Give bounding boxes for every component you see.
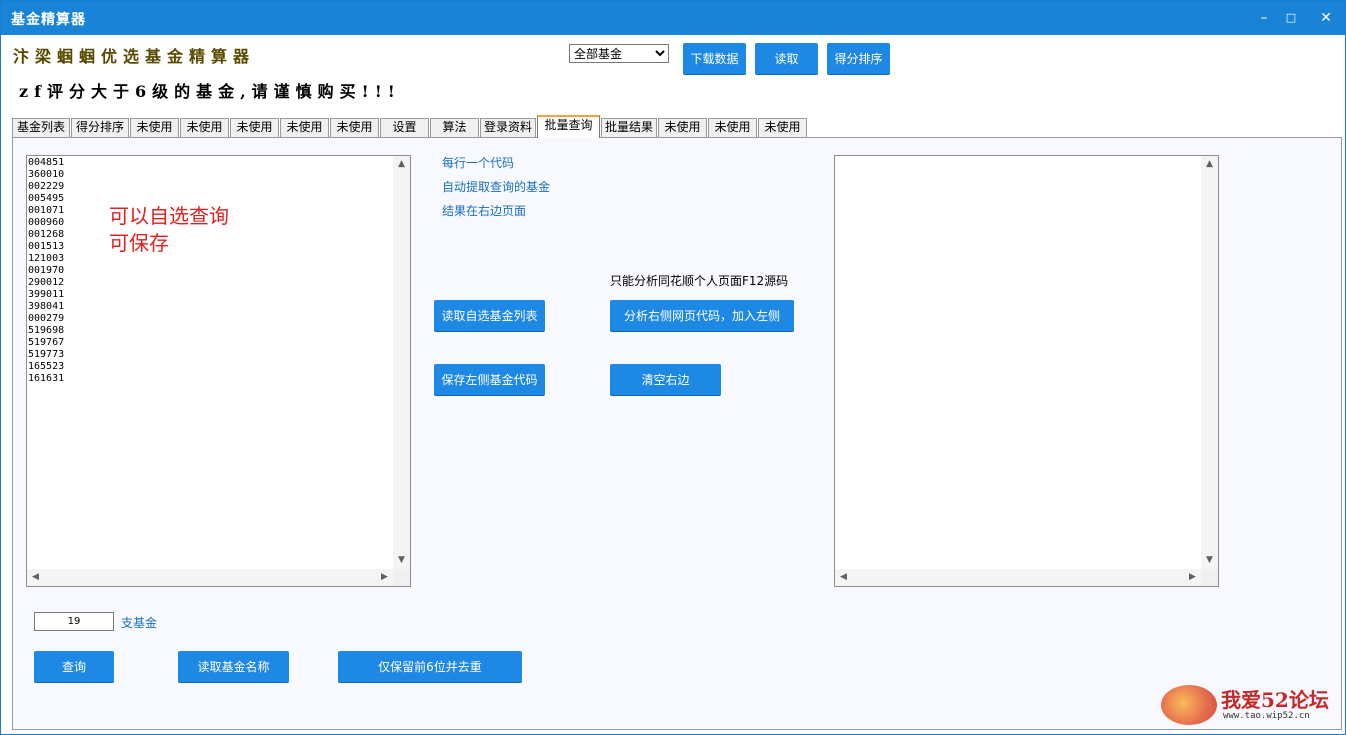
- fund-code-line: 360010: [28, 169, 65, 180]
- vertical-scrollbar[interactable]: ▲ ▼: [393, 156, 410, 569]
- app-title: 汴梁蝈蝈优选基金精算器: [13, 47, 256, 66]
- scroll-corner: [1201, 569, 1218, 586]
- fund-code-line: 161631: [28, 373, 65, 384]
- score-sort-button[interactable]: 得分排序: [827, 43, 890, 74]
- forum-watermark: 我爱52论坛 www.tao.wip52.cn: [1161, 683, 1341, 729]
- scroll-left-icon[interactable]: ◀: [27, 569, 44, 586]
- window-title: 基金精算器: [11, 12, 86, 28]
- annotation-line2: 可保存: [109, 231, 169, 255]
- tab-0[interactable]: 基金列表: [12, 118, 70, 137]
- tab-3[interactable]: 未使用: [180, 118, 229, 137]
- watermark-text: 我爱52论坛: [1221, 688, 1329, 712]
- horizontal-scrollbar[interactable]: ◀ ▶: [27, 569, 393, 586]
- fund-code-line: 001970: [28, 265, 65, 276]
- fund-code-line: 121003: [28, 253, 65, 264]
- fund-code-line: 165523: [28, 361, 65, 372]
- scroll-down-icon[interactable]: ▼: [393, 552, 410, 569]
- batch-query-panel: 004851 360010 002229 005495 001071 000960 0012…: [12, 137, 1342, 730]
- fund-code-line: 519767: [28, 337, 65, 348]
- maximize-button[interactable]: □: [1274, 5, 1308, 31]
- scroll-up-icon[interactable]: ▲: [1201, 156, 1218, 173]
- save-left-codes-button[interactable]: 保存左侧基金代码: [434, 364, 545, 395]
- tab-9[interactable]: 登录资料: [480, 118, 536, 137]
- scroll-corner: [393, 569, 410, 586]
- download-data-button[interactable]: 下载数据: [683, 43, 746, 74]
- fund-code-line: 398041: [28, 301, 65, 312]
- fund-code-line: 002229: [28, 181, 65, 192]
- fund-code-line: 001513: [28, 241, 65, 252]
- fund-code-line: 000279: [28, 313, 65, 324]
- read-button[interactable]: 读取: [755, 43, 818, 74]
- web-source-textarea[interactable]: ▲ ▼ ◀ ▶: [834, 155, 1219, 587]
- fund-code-line: 519773: [28, 349, 65, 360]
- annotation-line1: 可以自选查询: [109, 204, 229, 228]
- read-watchlist-button[interactable]: 读取自选基金列表: [434, 300, 545, 331]
- tab-4[interactable]: 未使用: [230, 118, 279, 137]
- horizontal-scrollbar[interactable]: ◀ ▶: [835, 569, 1201, 586]
- tab-2[interactable]: 未使用: [130, 118, 179, 137]
- fund-code-line: 005495: [28, 193, 65, 204]
- query-button[interactable]: 查询: [34, 651, 114, 682]
- fund-code-line: 001071: [28, 205, 65, 216]
- scroll-up-icon[interactable]: ▲: [393, 156, 410, 173]
- watermark-url: www.tao.wip52.cn: [1223, 711, 1310, 721]
- fund-code-line: 399011: [28, 289, 65, 300]
- fund-count-unit: 支基金: [121, 616, 158, 630]
- analyze-note: 只能分析同花顺个人页面F12源码: [610, 274, 789, 288]
- tab-13[interactable]: 未使用: [708, 118, 757, 137]
- title-bar: 基金精算器 – □ ✕: [1, 1, 1345, 35]
- tab-7[interactable]: 设置: [380, 118, 429, 137]
- app-window: 基金精算器 – □ ✕ 汴梁蝈蝈优选基金精算器 zf评分大于6级的基金,请谨慎购…: [0, 0, 1346, 735]
- close-button[interactable]: ✕: [1309, 5, 1343, 31]
- hint-auto-extract: 自动提取查询的基金: [442, 180, 551, 194]
- tab-12[interactable]: 未使用: [658, 118, 707, 137]
- dedupe-button[interactable]: 仅保留前6位并去重: [338, 651, 522, 682]
- fund-code-line: 000960: [28, 217, 65, 228]
- hint-result-right: 结果在右边页面: [442, 204, 527, 218]
- hint-one-per-line: 每行一个代码: [442, 156, 515, 170]
- analyze-right-code-button[interactable]: 分析右侧网页代码，加入左侧: [610, 300, 794, 331]
- tab-10[interactable]: 批量查询: [537, 115, 600, 138]
- fund-filter-select[interactable]: 全部基金: [569, 44, 669, 63]
- tab-5[interactable]: 未使用: [280, 118, 329, 137]
- tab-11[interactable]: 批量结果: [601, 118, 657, 137]
- fund-code-list: 004851 360010 002229 005495 001071 000960 0012…: [28, 157, 64, 385]
- scroll-down-icon[interactable]: ▼: [1201, 552, 1218, 569]
- tab-8[interactable]: 算法: [430, 118, 479, 137]
- scroll-right-icon[interactable]: ▶: [376, 569, 393, 586]
- fund-code-line: 001268: [28, 229, 65, 240]
- fund-count-input[interactable]: 19: [34, 612, 114, 631]
- vertical-scrollbar[interactable]: ▲ ▼: [1201, 156, 1218, 569]
- tab-1[interactable]: 得分排序: [71, 118, 129, 137]
- fund-code-line: 290012: [28, 277, 65, 288]
- fund-code-line: 004851: [28, 157, 65, 168]
- read-fund-names-button[interactable]: 读取基金名称: [178, 651, 289, 682]
- forum-logo-icon: [1161, 685, 1217, 725]
- warning-text: zf评分大于6级的基金,请谨慎购买!!!: [19, 82, 401, 101]
- scroll-right-icon[interactable]: ▶: [1184, 569, 1201, 586]
- fund-code-line: 519698: [28, 325, 65, 336]
- clear-right-button[interactable]: 清空右边: [610, 364, 721, 395]
- scroll-left-icon[interactable]: ◀: [835, 569, 852, 586]
- tab-14[interactable]: 未使用: [758, 118, 807, 137]
- tab-6[interactable]: 未使用: [330, 118, 379, 137]
